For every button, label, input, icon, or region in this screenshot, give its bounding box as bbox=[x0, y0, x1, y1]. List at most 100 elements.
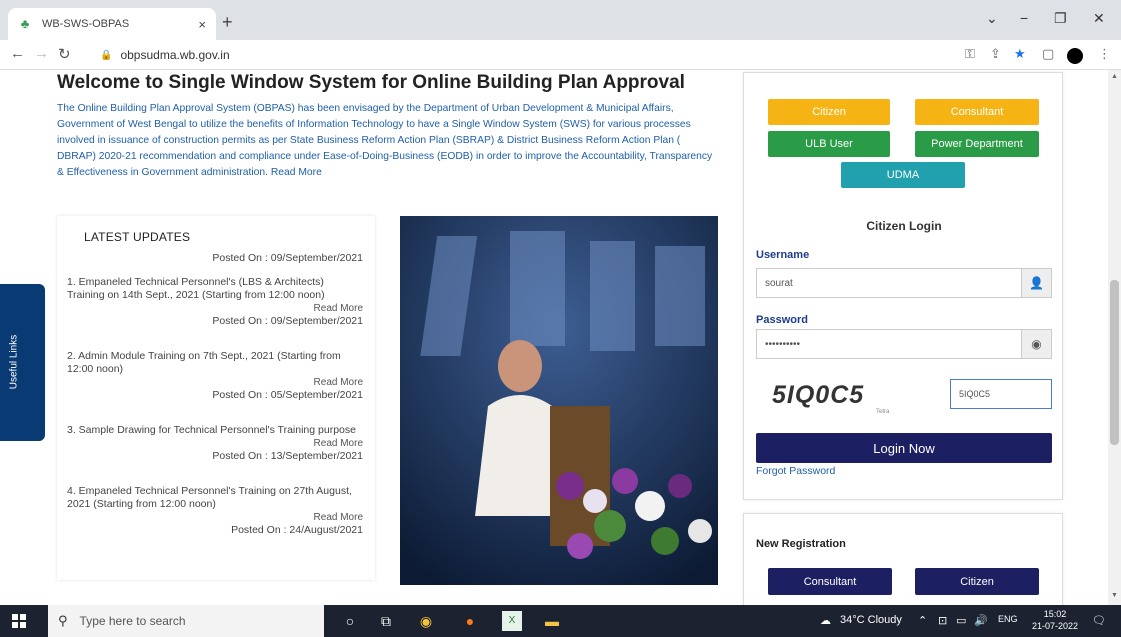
notification-icon[interactable]: 🗨 bbox=[1092, 614, 1106, 627]
username-label: Username bbox=[756, 249, 810, 261]
register-citizen-button[interactable]: Citizen bbox=[915, 568, 1039, 595]
page-scrollbar[interactable]: ▲ ▼ bbox=[1108, 70, 1121, 605]
password-input[interactable] bbox=[757, 330, 1021, 358]
update-text: 4. Empaneled Technical Personnel's Train… bbox=[67, 485, 352, 510]
clock-time: 15:02 bbox=[1043, 609, 1067, 619]
page-viewport: Welcome to Single Window System for Onli… bbox=[0, 70, 1108, 605]
useful-links-label: Useful Links bbox=[8, 334, 20, 390]
excel-icon[interactable]: X bbox=[502, 611, 522, 631]
page-title: Welcome to Single Window System for Onli… bbox=[57, 72, 685, 93]
language-indicator[interactable]: ENG bbox=[998, 614, 1018, 624]
role-consultant-button[interactable]: Consultant bbox=[915, 99, 1039, 125]
weather-icon[interactable]: ☁ bbox=[820, 614, 831, 627]
bookmark-star-icon[interactable]: ★ bbox=[1014, 46, 1026, 62]
eye-icon[interactable]: ◉ bbox=[1021, 330, 1051, 358]
username-field[interactable]: 👤 bbox=[756, 268, 1052, 298]
login-title: Citizen Login bbox=[866, 219, 942, 233]
scroll-thumb[interactable] bbox=[1110, 280, 1119, 445]
key-icon[interactable]: ⚿ bbox=[965, 46, 975, 62]
browser-tab[interactable]: ♣ WB-SWS-OBPAS × bbox=[8, 8, 216, 40]
clock-date: 21-07-2022 bbox=[1032, 621, 1079, 631]
firefox-icon[interactable]: ● bbox=[460, 611, 480, 631]
update-posted-date: Posted On : 09/September/2021 bbox=[212, 252, 363, 264]
share-icon[interactable]: ⇪ bbox=[990, 46, 1001, 62]
weather-text[interactable]: 34°C Cloudy bbox=[840, 614, 902, 626]
login-button[interactable]: Login Now bbox=[756, 433, 1052, 463]
update-text: 1. Empaneled Technical Personnel's (LBS … bbox=[67, 276, 325, 301]
register-consultant-button[interactable]: Consultant bbox=[768, 568, 892, 595]
forward-button[interactable]: → bbox=[34, 45, 49, 62]
battery-icon[interactable]: ▭ bbox=[956, 614, 966, 627]
update-item: 4. Empaneled Technical Personnel's Train… bbox=[67, 485, 363, 537]
role-udma-button[interactable]: UDMA bbox=[841, 162, 965, 188]
windows-taskbar: ⚲ Type here to search ○ ⧉ ◉ ● X ▬ ☁ 34°C… bbox=[0, 605, 1121, 637]
update-posted-date: Posted On : 09/September/2021 bbox=[212, 315, 363, 327]
update-item: 1. Empaneled Technical Personnel's (LBS … bbox=[67, 276, 363, 328]
search-icon: ⚲ bbox=[58, 613, 68, 628]
captcha-sublabel: Tetra bbox=[876, 409, 890, 415]
tab-search-icon[interactable]: ⌄ bbox=[986, 10, 998, 27]
intro-paragraph: The Online Building Plan Approval System… bbox=[57, 101, 717, 181]
scroll-down-arrow-icon[interactable]: ▼ bbox=[1111, 592, 1118, 599]
update-text: 2. Admin Module Training on 7th Sept., 2… bbox=[67, 350, 341, 375]
captcha-text: 5IQ0C5 bbox=[772, 381, 865, 409]
menu-kebab-icon[interactable]: ⋮ bbox=[1098, 46, 1111, 62]
lock-icon[interactable]: 🔒 bbox=[100, 50, 112, 61]
network-icon[interactable]: ⊡ bbox=[938, 614, 947, 627]
update-item: 3. Sample Drawing for Technical Personne… bbox=[67, 424, 363, 463]
url-text: obpsudma.wb.gov.in bbox=[120, 48, 230, 62]
taskbar-search-box[interactable]: ⚲ Type here to search bbox=[48, 605, 324, 637]
captcha-input[interactable] bbox=[950, 379, 1052, 409]
update-item: 2. Admin Module Training on 7th Sept., 2… bbox=[67, 350, 363, 402]
update-read-more-link[interactable]: Read More bbox=[67, 376, 363, 389]
update-read-more-link[interactable]: Read More bbox=[67, 437, 363, 450]
scroll-up-arrow-icon[interactable]: ▲ bbox=[1111, 73, 1118, 80]
cortana-icon[interactable]: ○ bbox=[340, 611, 360, 631]
windows-start-icon[interactable] bbox=[12, 614, 26, 628]
update-posted-date: Posted On : 13/September/2021 bbox=[212, 450, 363, 462]
volume-icon[interactable]: 🔊 bbox=[974, 614, 988, 627]
tab-title: WB-SWS-OBPAS bbox=[42, 18, 130, 30]
latest-updates-heading: LATEST UPDATES bbox=[84, 230, 191, 244]
address-bar[interactable]: 🔒 obpsudma.wb.gov.in bbox=[100, 45, 930, 65]
profile-avatar[interactable] bbox=[1067, 48, 1083, 64]
file-explorer-icon[interactable]: ▬ bbox=[542, 611, 562, 631]
update-posted-date: Posted On : 24/August/2021 bbox=[231, 524, 363, 536]
update-text: 3. Sample Drawing for Technical Personne… bbox=[67, 424, 356, 436]
intro-read-more-link[interactable]: Read More bbox=[271, 167, 322, 178]
taskbar-search-placeholder: Type here to search bbox=[79, 614, 186, 628]
tray-chevron-icon[interactable]: ⌃ bbox=[918, 614, 927, 627]
role-citizen-button[interactable]: Citizen bbox=[768, 99, 890, 125]
maximize-button[interactable]: ❐ bbox=[1054, 10, 1067, 27]
back-button[interactable]: ← bbox=[10, 45, 25, 62]
system-clock[interactable]: 15:02 21-07-2022 bbox=[1032, 608, 1078, 632]
minimize-button[interactable]: − bbox=[1020, 10, 1028, 26]
site-favicon: ♣ bbox=[20, 16, 30, 31]
tab-close-icon[interactable]: × bbox=[198, 17, 206, 32]
close-window-button[interactable]: ✕ bbox=[1093, 10, 1105, 27]
useful-links-tab[interactable]: Useful Links bbox=[0, 284, 45, 441]
username-input[interactable] bbox=[757, 269, 1021, 297]
role-power-department-button[interactable]: Power Department bbox=[915, 131, 1039, 157]
user-icon: 👤 bbox=[1021, 269, 1051, 297]
browser-toolbar: ← → ↻ 🔒 obpsudma.wb.gov.in ⚿ ⇪ ★ ▢ ⋮ bbox=[0, 40, 1121, 70]
new-tab-button[interactable]: + bbox=[222, 12, 233, 33]
captcha-image: 5IQ0C5 Tetra bbox=[772, 379, 912, 417]
forgot-password-link[interactable]: Forgot Password bbox=[756, 465, 835, 477]
reload-button[interactable]: ↻ bbox=[58, 45, 71, 63]
password-label: Password bbox=[756, 314, 808, 326]
update-read-more-link[interactable]: Read More bbox=[67, 302, 363, 315]
tab-strip: ♣ WB-SWS-OBPAS × + ⌄ − ❐ ✕ bbox=[0, 0, 1121, 40]
updates-list[interactable]: Posted On : 09/September/2021 1. Empanel… bbox=[67, 252, 363, 548]
new-registration-panel: New Registration Consultant Citizen bbox=[743, 513, 1063, 605]
update-posted-date: Posted On : 05/September/2021 bbox=[212, 389, 363, 401]
update-read-more-link[interactable]: Read More bbox=[67, 511, 363, 524]
chrome-icon[interactable]: ◉ bbox=[416, 611, 436, 631]
intro-text: The Online Building Plan Approval System… bbox=[57, 103, 713, 178]
role-ulb-user-button[interactable]: ULB User bbox=[768, 131, 890, 157]
banner-photo bbox=[400, 216, 718, 585]
password-field[interactable]: ◉ bbox=[756, 329, 1052, 359]
task-view-icon[interactable]: ⧉ bbox=[376, 611, 396, 631]
new-registration-heading: New Registration bbox=[756, 538, 846, 550]
side-panel-icon[interactable]: ▢ bbox=[1042, 46, 1054, 62]
